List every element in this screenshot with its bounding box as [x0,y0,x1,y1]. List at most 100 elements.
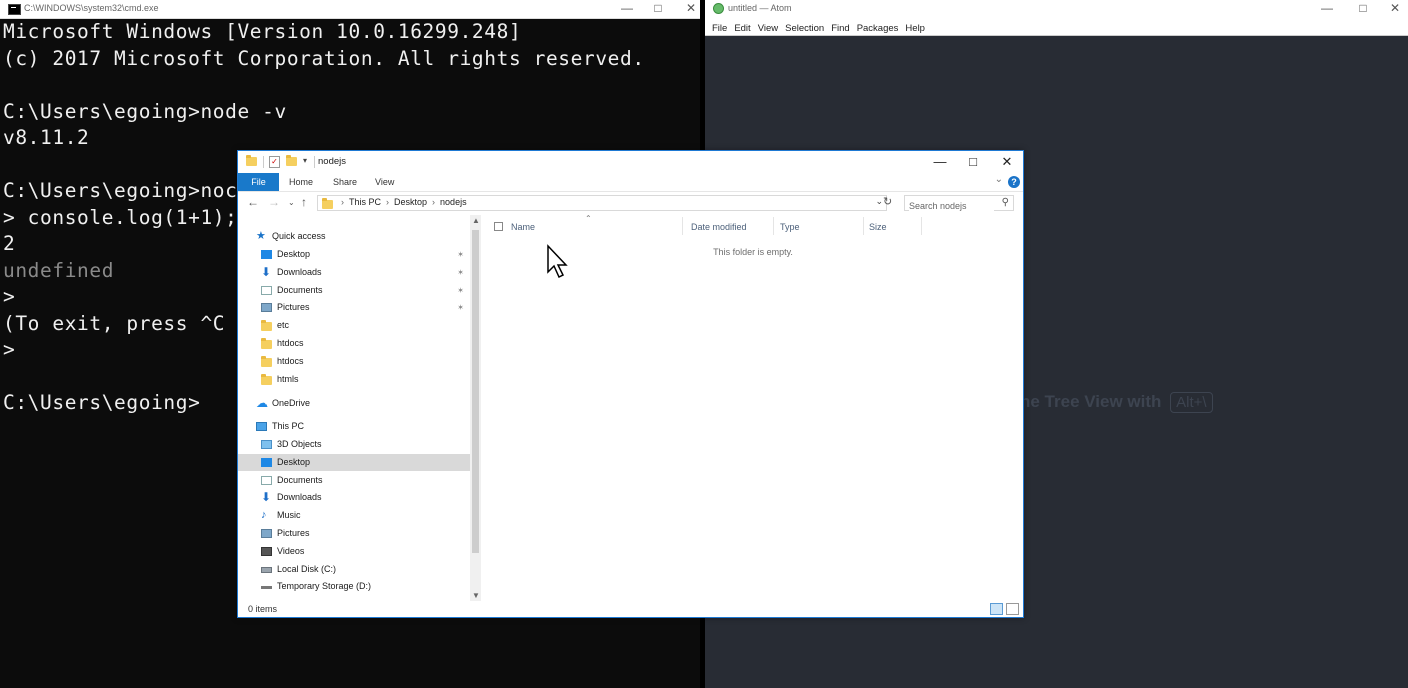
nav-item-temporary-storage-d[interactable]: Temporary Storage (D:) [238,578,470,595]
nav-item-documents[interactable]: Documents ✶ [238,282,470,299]
search-input[interactable] [909,199,994,213]
breadcrumb-desktop[interactable]: Desktop [394,197,427,207]
nav-item-videos[interactable]: Videos [238,543,470,560]
close-icon[interactable]: ✕ [676,0,706,18]
scroll-down-icon[interactable]: ▼ [472,591,480,600]
column-divider[interactable] [921,217,922,235]
nav-item-documents[interactable]: Documents [238,472,470,489]
navigation-pane[interactable]: ▲ ▼ ★ Quick access Desktop ✶ ⬇ Downloads ✶ Docu… [238,215,482,601]
minimize-icon[interactable]: — [923,151,957,173]
column-date-modified[interactable]: Date modified [691,219,747,235]
menu-item-view[interactable]: View [758,23,778,34]
folder-icon [261,355,272,367]
documents-icon [261,475,272,485]
chevron-right-icon[interactable]: › [432,197,435,207]
navigation-bar: ← → ⌄ ↑ › This PC › Desktop › nodejs ⌄ ↻ ⚲ [238,192,1023,214]
breadcrumb-nodejs[interactable]: nodejs [440,197,467,207]
nav-item-label: Pictures [277,528,310,538]
help-icon[interactable]: ? [1008,176,1020,188]
column-type[interactable]: Type [780,219,800,235]
recent-locations-icon[interactable]: ⌄ [288,198,295,207]
nav-item-pictures[interactable]: Pictures [238,525,470,542]
pin-icon[interactable]: ✶ [457,299,464,316]
chevron-right-icon[interactable]: › [386,197,389,207]
nav-item-desktop[interactable]: Desktop [238,453,470,471]
address-bar[interactable]: › This PC › Desktop › nodejs ⌄ [317,195,887,211]
nav-item-htmls[interactable]: htmls [238,371,470,388]
maximize-icon[interactable]: □ [1348,0,1378,18]
tab-home[interactable]: Home [289,173,313,191]
explorer-titlebar[interactable]: ✓ ▾ nodejs — □ ✕ [238,151,1023,173]
nav-item-desktop[interactable]: Desktop ✶ [238,246,470,263]
atom-titlebar[interactable]: untitled — Atom — □ ✕ [705,0,1408,18]
nav-onedrive[interactable]: ☁ OneDrive [238,395,470,412]
customize-toolbar-icon[interactable]: ▾ [303,156,307,165]
nav-item-htdocs[interactable]: htdocs [238,335,470,352]
column-size[interactable]: Size [869,219,887,235]
status-bar: 0 items [238,602,1023,617]
column-divider[interactable] [682,217,683,235]
column-name[interactable]: Name [511,219,535,235]
minimize-icon[interactable]: — [1312,0,1342,18]
nav-item-pictures[interactable]: Pictures ✶ [238,299,470,316]
nav-item-local-disk-c[interactable]: Local Disk (C:) [238,561,470,578]
tab-file[interactable]: File [238,173,279,191]
column-divider[interactable] [773,217,774,235]
up-arrow-icon[interactable]: ↑ [301,195,307,209]
explorer-window-title: nodejs [318,156,346,167]
console-line: (c) 2017 Microsoft Corporation. All righ… [3,46,645,70]
search-box[interactable]: ⚲ [904,195,1014,213]
back-arrow-icon[interactable]: ← [247,195,259,209]
tab-view[interactable]: View [375,173,394,191]
divider [263,156,264,168]
maximize-icon[interactable]: □ [956,151,990,173]
pin-icon[interactable]: ✶ [457,246,464,263]
nav-item-htdocs[interactable]: htdocs [238,353,470,370]
divider [314,156,315,168]
pin-icon[interactable]: ✶ [457,264,464,281]
tree-view-hint-text: he Tree View with [1020,392,1162,411]
expand-ribbon-icon[interactable]: ⌄ [995,174,1003,185]
forward-arrow-icon[interactable]: → [268,195,280,209]
nav-item-music[interactable]: ♪ Music [238,507,470,524]
nav-item-label: Pictures [277,302,310,313]
nav-item-label: htmls [277,373,299,384]
nav-quick-access[interactable]: ★ Quick access [238,228,470,245]
nav-item-downloads[interactable]: ⬇ Downloads ✶ [238,264,470,281]
cmd-titlebar[interactable]: C:\WINDOWS\system32\cmd.exe — □ ✕ [0,0,700,19]
menu-item-packages[interactable]: Packages [857,23,899,34]
scrollbar-thumb[interactable] [472,230,479,553]
menu-item-file[interactable]: File [712,23,727,34]
videos-icon [261,546,272,556]
new-folder-icon[interactable] [286,155,297,166]
maximize-icon[interactable]: □ [643,0,673,18]
refresh-icon[interactable]: ↻ [883,195,892,208]
chevron-down-icon[interactable]: ⌄ [875,196,883,207]
select-all-checkbox[interactable] [494,222,503,231]
file-explorer-window[interactable]: ✓ ▾ nodejs — □ ✕ File Home Share View ⌄ … [237,150,1024,618]
tab-share[interactable]: Share [333,173,357,191]
details-view-icon[interactable] [990,603,1003,615]
menu-item-help[interactable]: Help [905,23,925,34]
pin-icon[interactable]: ✶ [457,282,464,299]
minimize-icon[interactable]: — [612,0,642,18]
scroll-up-icon[interactable]: ▲ [472,216,480,225]
properties-icon[interactable]: ✓ [269,156,280,168]
nav-item-etc[interactable]: etc [238,317,470,334]
nav-scrollbar[interactable]: ▲ ▼ [470,215,481,601]
cmd-app-icon [8,4,21,15]
menu-item-edit[interactable]: Edit [734,23,750,34]
search-icon: ⚲ [1001,197,1009,208]
close-icon[interactable]: ✕ [990,151,1024,173]
breadcrumb-this-pc[interactable]: This PC [349,197,381,207]
menu-item-selection[interactable]: Selection [785,23,824,34]
nav-this-pc[interactable]: This PC [238,418,470,435]
nav-item-3d-objects[interactable]: 3D Objects [238,436,470,453]
large-icons-view-icon[interactable] [1006,603,1019,615]
atom-menubar: File Edit View Selection Find Packages Help [705,18,1408,36]
nav-item-label: 3D Objects [277,439,322,449]
close-icon[interactable]: ✕ [1380,0,1408,18]
menu-item-find[interactable]: Find [831,23,849,34]
column-divider[interactable] [863,217,864,235]
nav-item-downloads[interactable]: ⬇ Downloads [238,489,470,506]
